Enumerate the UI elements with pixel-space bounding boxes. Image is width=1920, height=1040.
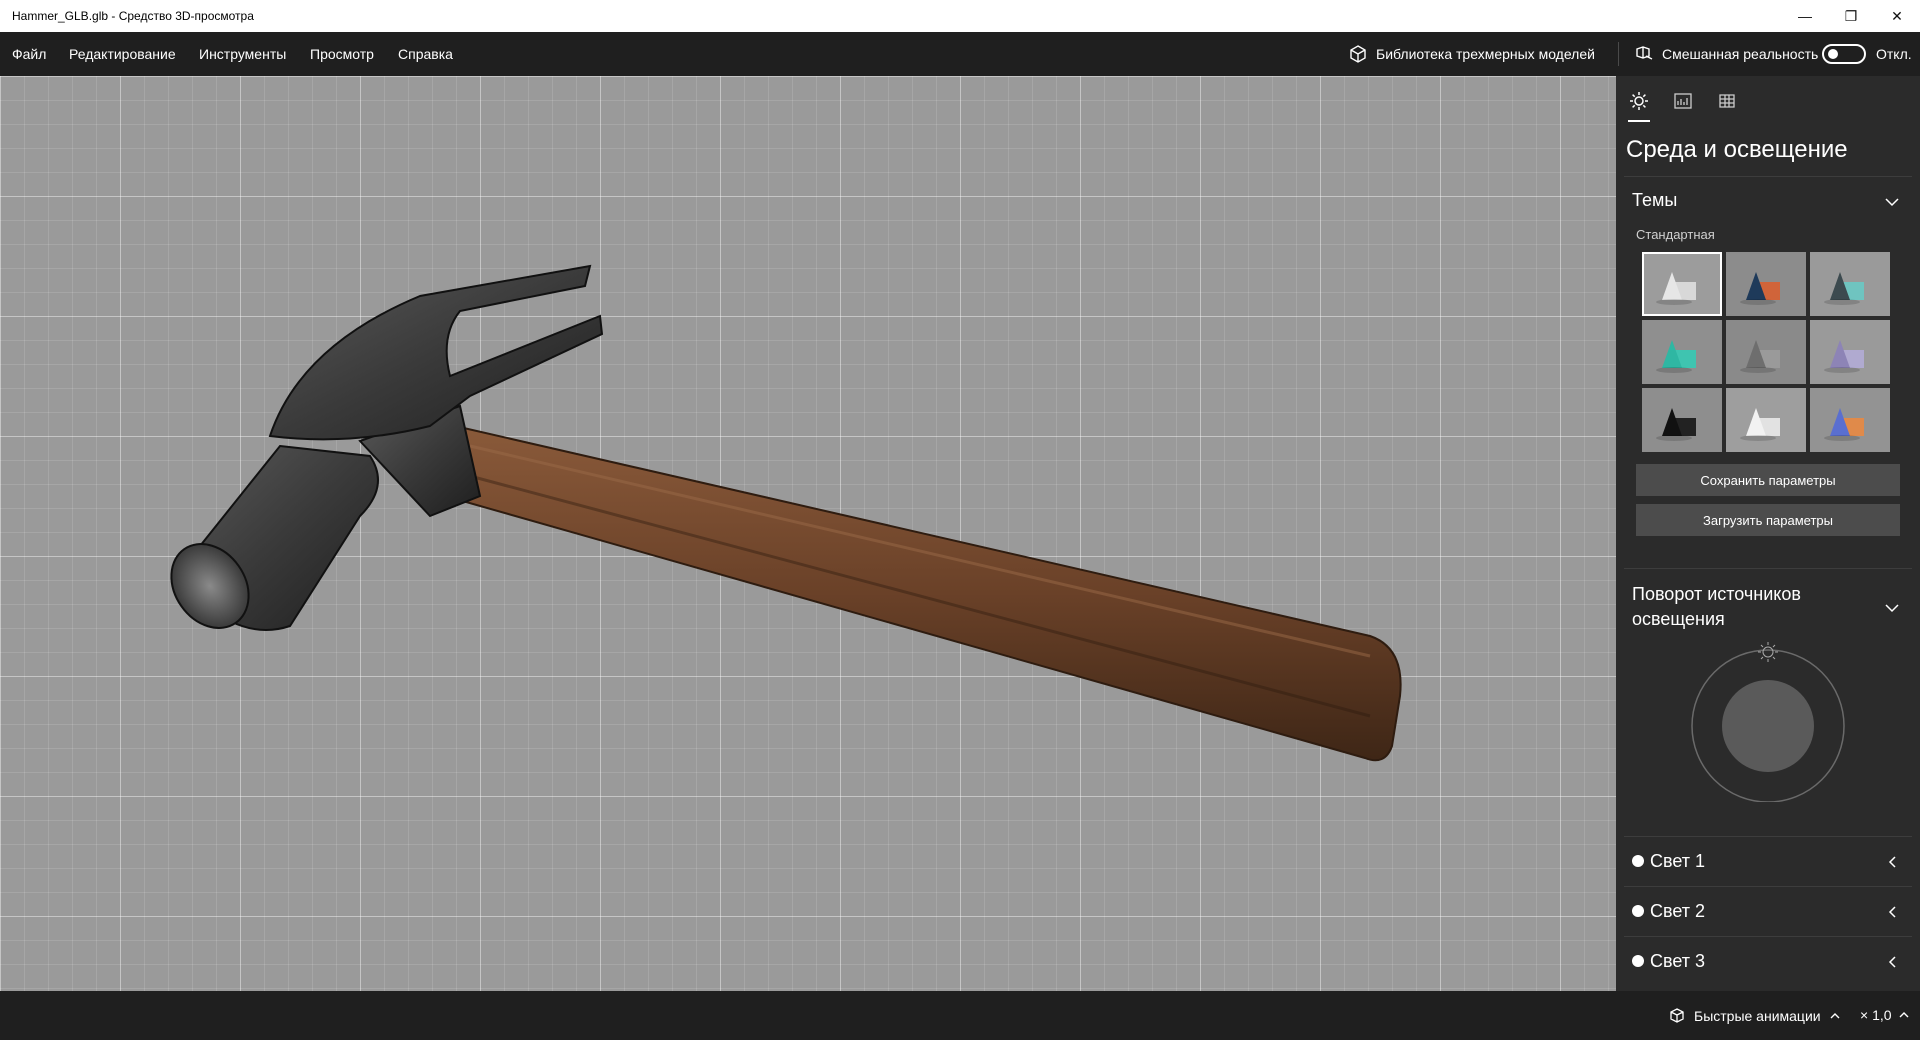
title-bar: Hammer_GLB.glb - Средство 3D-просмотра —… — [0, 0, 1920, 32]
divider — [1624, 568, 1912, 569]
light-dot-icon — [1632, 905, 1644, 917]
divider — [1624, 176, 1912, 177]
light-rotation-dial[interactable] — [1688, 642, 1848, 802]
cube-icon — [1350, 45, 1366, 63]
theme-thumbnail[interactable] — [1726, 388, 1806, 452]
menu-edit[interactable]: Редактирование — [69, 46, 176, 62]
light-sun-icon — [1758, 642, 1778, 662]
active-tab-indicator — [1628, 120, 1650, 122]
theme-thumbnail[interactable] — [1810, 252, 1890, 316]
bottom-bar: Быстрые анимации × 1,0 — [0, 991, 1920, 1040]
mixed-reality-button[interactable]: Смешанная реальность — [1634, 44, 1818, 64]
theme-thumbnail[interactable] — [1642, 252, 1722, 316]
light-label: Свет 2 — [1650, 901, 1706, 921]
chevron-up-icon — [1899, 1012, 1909, 1018]
window-title: Hammer_GLB.glb - Средство 3D-просмотра — [12, 9, 254, 23]
chevron-left-icon[interactable] — [1886, 955, 1900, 969]
mixed-reality-label: Смешанная реальность — [1662, 46, 1819, 62]
chevron-left-icon[interactable] — [1886, 905, 1900, 919]
restore-button[interactable]: ❐ — [1828, 0, 1874, 32]
chevron-down-icon[interactable] — [1884, 194, 1900, 210]
light-rotation-header[interactable]: Поворот источников освещения — [1632, 582, 1862, 632]
hammer-model[interactable] — [0, 76, 1616, 991]
speed-selector[interactable]: × 1,0 — [1860, 1007, 1910, 1023]
menu-view[interactable]: Просмотр — [310, 46, 374, 62]
environment-panel: Среда и освещение Темы Стандартная Сохра… — [1616, 76, 1920, 991]
sun-icon — [1630, 92, 1648, 110]
theme-thumbnail[interactable] — [1810, 320, 1890, 384]
minimize-button[interactable]: — — [1782, 0, 1828, 32]
light-label: Свет 3 — [1650, 951, 1706, 971]
chevron-down-icon[interactable] — [1884, 600, 1900, 616]
menu-file[interactable]: Файл — [12, 46, 46, 62]
light-row-3[interactable]: Свет 3 — [1624, 936, 1912, 986]
close-button[interactable]: ✕ — [1874, 0, 1920, 32]
light-row-2[interactable]: Свет 2 — [1624, 886, 1912, 936]
3d-viewport[interactable] — [0, 76, 1616, 991]
library-label: Библиотека трехмерных моделей — [1376, 46, 1595, 62]
grid-icon — [1719, 94, 1735, 108]
light-dot-icon — [1632, 955, 1644, 967]
load-settings-button[interactable]: Загрузить параметры — [1636, 504, 1900, 536]
theme-thumbnail[interactable] — [1726, 252, 1806, 316]
theme-thumbnail[interactable] — [1642, 320, 1722, 384]
chevron-left-icon[interactable] — [1886, 855, 1900, 869]
menu-divider — [1618, 42, 1619, 66]
light-dot-icon — [1632, 855, 1644, 867]
theme-thumbnail[interactable] — [1726, 320, 1806, 384]
animations-label: Быстрые анимации — [1694, 1008, 1821, 1024]
toggle-state-label: Откл. — [1876, 46, 1912, 62]
chevron-up-icon — [1830, 1013, 1840, 1019]
light-row-1[interactable]: Свет 1 — [1624, 836, 1912, 886]
tab-statistics[interactable] — [1670, 88, 1696, 114]
panel-title: Среда и освещение — [1626, 136, 1848, 163]
light-label: Свет 1 — [1650, 851, 1706, 871]
themes-grid — [1642, 252, 1894, 452]
animation-icon — [1670, 1008, 1684, 1023]
stats-icon — [1674, 93, 1692, 109]
save-settings-button[interactable]: Сохранить параметры — [1636, 464, 1900, 496]
theme-thumbnail[interactable] — [1642, 388, 1722, 452]
themes-header[interactable]: Темы — [1632, 190, 1677, 211]
tab-grid[interactable] — [1714, 88, 1740, 114]
mixed-reality-toggle[interactable] — [1822, 44, 1866, 64]
theme-thumbnail[interactable] — [1810, 388, 1890, 452]
themes-group-label: Стандартная — [1636, 227, 1715, 242]
tab-environment[interactable] — [1626, 88, 1652, 114]
menu-tools[interactable]: Инструменты — [199, 46, 286, 62]
library-button[interactable]: Библиотека трехмерных моделей — [1348, 44, 1595, 64]
menu-bar: Файл Редактирование Инструменты Просмотр… — [0, 32, 1920, 76]
speed-label: × 1,0 — [1860, 1007, 1892, 1023]
quick-animations-button[interactable]: Быстрые анимации — [1668, 1007, 1841, 1025]
mixed-reality-icon — [1636, 46, 1653, 60]
menu-help[interactable]: Справка — [398, 46, 453, 62]
toggle-knob — [1828, 49, 1838, 59]
